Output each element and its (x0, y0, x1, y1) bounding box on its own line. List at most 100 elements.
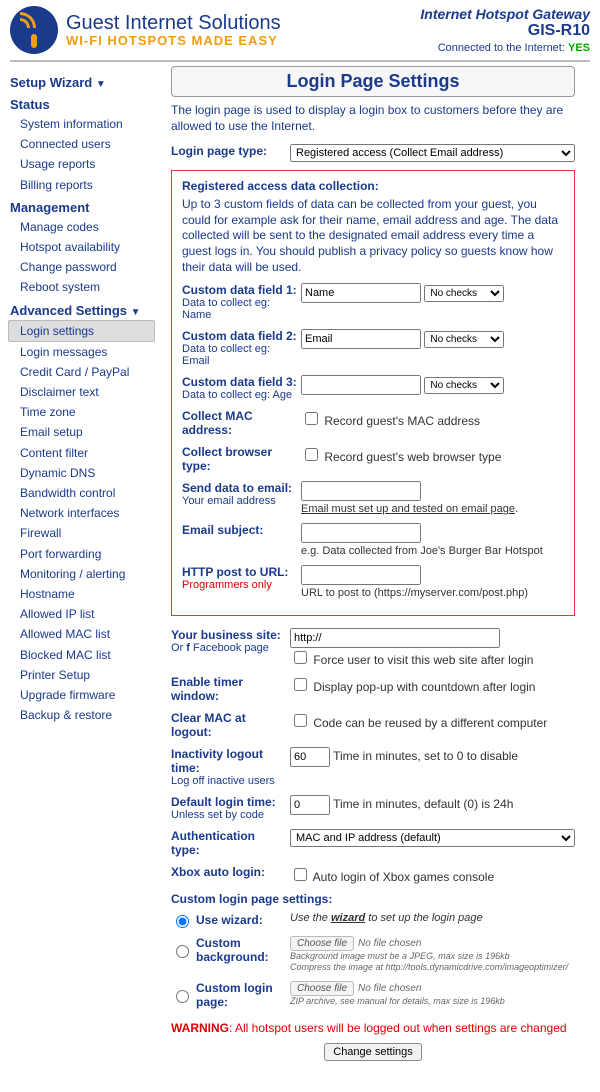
custom-login-section-title: Custom login page settings: (171, 892, 575, 906)
nav-printer-setup[interactable]: Printer Setup (8, 665, 155, 685)
nav-network-interfaces[interactable]: Network interfaces (8, 503, 155, 523)
nav-allowed-mac-list[interactable]: Allowed MAC list (8, 624, 155, 644)
nav-bandwidth-control[interactable]: Bandwidth control (8, 483, 155, 503)
product-model: GIS-R10 (420, 22, 590, 40)
auth-type-label: Authentication type: (171, 829, 286, 857)
clear-mac-hint: Code can be reused by a different comput… (313, 716, 547, 730)
nav-management-head[interactable]: Management (8, 195, 155, 217)
http-post-input[interactable] (301, 565, 421, 585)
chevron-down-icon: ▼ (96, 79, 106, 90)
nav-setup-wizard[interactable]: Setup Wizard ▼ (8, 70, 155, 92)
nav-system-information[interactable]: System information (8, 114, 155, 134)
nav-status-head[interactable]: Status (8, 92, 155, 114)
custom-field2-input[interactable] (301, 329, 421, 349)
content: Login Page Settings The login page is us… (155, 66, 585, 1067)
page-title: Login Page Settings (171, 66, 575, 97)
bg-file-state: No file chosen (358, 938, 421, 949)
clear-mac-label: Clear MAC at logout: (171, 711, 286, 739)
custom-field2-label: Custom data field 2:Data to collect eg: … (182, 329, 297, 367)
change-settings-button[interactable]: Change settings (324, 1043, 422, 1061)
default-login-label: Default login time:Unless set by code (171, 795, 286, 821)
timer-window-checkbox[interactable] (294, 678, 307, 691)
bg-note1: Background image must be a JPEG, max siz… (290, 951, 575, 962)
nav-email-setup[interactable]: Email setup (8, 422, 155, 442)
clear-mac-checkbox[interactable] (294, 714, 307, 727)
custom-background-label: Custom background: (196, 936, 286, 964)
nav-upgrade-firmware[interactable]: Upgrade firmware (8, 685, 155, 705)
custom-field1-label: Custom data field 1:Data to collect eg: … (182, 283, 297, 321)
timer-window-hint: Display pop-up with countdown after logi… (313, 680, 535, 694)
use-wizard-label: Use wizard: (196, 913, 263, 927)
collect-mac-checkbox[interactable] (305, 412, 318, 425)
custom-login-page-radio[interactable] (176, 990, 189, 1003)
nav-manage-codes[interactable]: Manage codes (8, 217, 155, 237)
custom-field2-check-select[interactable]: No checks (424, 331, 504, 348)
nav-reboot-system[interactable]: Reboot system (8, 277, 155, 297)
header-divider (10, 60, 590, 62)
nav-backup-restore[interactable]: Backup & restore (8, 705, 155, 725)
custom-field1-check-select[interactable]: No checks (424, 285, 504, 302)
cl-choose-file-button[interactable]: Choose file (290, 981, 354, 996)
nav-firewall[interactable]: Firewall (8, 523, 155, 543)
nav-disclaimer-text[interactable]: Disclaimer text (8, 382, 155, 402)
send-email-label: Send data to email:Your email address (182, 481, 297, 507)
use-wizard-hint: Use the wizard to set up the login page (290, 912, 575, 924)
nav-login-settings[interactable]: Login settings (8, 320, 155, 342)
email-subject-input[interactable] (301, 523, 421, 543)
sidebar: Setup Wizard ▼ Status System information… (0, 66, 155, 729)
nav-allowed-ip-list[interactable]: Allowed IP list (8, 604, 155, 624)
send-email-hint[interactable]: Email must set up and tested on email pa… (301, 503, 515, 515)
nav-login-messages[interactable]: Login messages (8, 342, 155, 362)
nav-blocked-mac-list[interactable]: Blocked MAC list (8, 645, 155, 665)
nav-billing-reports[interactable]: Billing reports (8, 175, 155, 195)
page-intro: The login page is used to display a logi… (171, 103, 575, 134)
default-login-input[interactable] (290, 795, 330, 815)
inactivity-hint: Time in minutes, set to 0 to disable (333, 749, 518, 763)
nav-change-password[interactable]: Change password (8, 257, 155, 277)
timer-window-label: Enable timer window: (171, 675, 286, 703)
login-type-label: Login page type: (171, 144, 286, 158)
brand-tagline: WI-FI HOTSPOTS MADE EASY (66, 34, 281, 48)
bg-choose-file-button[interactable]: Choose file (290, 936, 354, 951)
inactivity-input[interactable] (290, 747, 330, 767)
collect-browser-checkbox[interactable] (305, 448, 318, 461)
email-subject-hint: e.g. Data collected from Joe's Burger Ba… (301, 545, 543, 557)
nav-advanced-head[interactable]: Advanced Settings ▼ (8, 298, 155, 320)
brand-title: Guest Internet Solutions (66, 12, 281, 34)
xbox-label: Xbox auto login: (171, 865, 286, 879)
chevron-down-icon: ▼ (131, 307, 141, 318)
collect-mac-label: Collect MAC address: (182, 409, 297, 437)
login-type-select[interactable]: Registered access (Collect Email address… (290, 144, 575, 162)
bg-note2: Compress the image at http://tools.dynam… (290, 962, 575, 973)
inactivity-label: Inactivity logout time:Log off inactive … (171, 747, 286, 787)
force-visit-hint: Force user to visit this web site after … (313, 653, 533, 667)
use-wizard-radio[interactable] (176, 915, 189, 928)
email-subject-label: Email subject: (182, 523, 297, 537)
nav-port-forwarding[interactable]: Port forwarding (8, 544, 155, 564)
nav-content-filter[interactable]: Content filter (8, 443, 155, 463)
http-post-hint: URL to post to (https://myserver.com/pos… (301, 587, 528, 599)
nav-connected-users[interactable]: Connected users (8, 134, 155, 154)
nav-hotspot-availability[interactable]: Hotspot availability (8, 237, 155, 257)
nav-hostname[interactable]: Hostname (8, 584, 155, 604)
auth-type-select[interactable]: MAC and IP address (default) (290, 829, 575, 847)
registered-access-panel: Registered access data collection: Up to… (171, 170, 575, 616)
nav-credit-card-paypal[interactable]: Credit Card / PayPal (8, 362, 155, 382)
product-name: Internet Hotspot Gateway (420, 6, 590, 22)
force-visit-checkbox[interactable] (294, 651, 307, 664)
nav-dynamic-dns[interactable]: Dynamic DNS (8, 463, 155, 483)
custom-background-radio[interactable] (176, 945, 189, 958)
xbox-checkbox[interactable] (294, 868, 307, 881)
custom-field1-input[interactable] (301, 283, 421, 303)
collect-browser-hint: Record guest's web browser type (324, 450, 501, 464)
nav-monitoring-alerting[interactable]: Monitoring / alerting (8, 564, 155, 584)
connection-status-value: YES (568, 42, 590, 54)
xbox-hint: Auto login of Xbox games console (313, 870, 494, 884)
send-email-input[interactable] (301, 481, 421, 501)
connection-status: Connected to the Internet: YES (420, 42, 590, 54)
nav-usage-reports[interactable]: Usage reports (8, 154, 155, 174)
custom-field3-input[interactable] (301, 375, 421, 395)
custom-field3-check-select[interactable]: No checks (424, 377, 504, 394)
nav-time-zone[interactable]: Time zone (8, 402, 155, 422)
business-site-input[interactable] (290, 628, 500, 648)
